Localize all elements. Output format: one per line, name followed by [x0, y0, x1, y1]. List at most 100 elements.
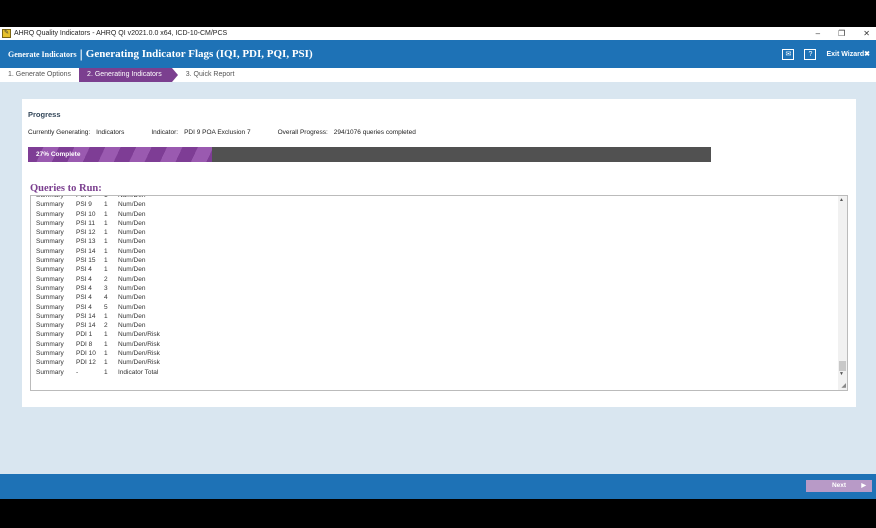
close-icon[interactable]: ✕ [863, 29, 870, 38]
row-stratum: 1 [104, 201, 108, 209]
row-stratum: 5 [104, 303, 108, 311]
exit-wizard-label: Exit Wizard [826, 51, 865, 58]
step-generate-options[interactable]: 1. Generate Options [0, 68, 79, 82]
scroll-up-icon[interactable]: ▲ [839, 197, 844, 203]
row-indicator: PSI 12 [76, 229, 96, 237]
list-item: Summary PSI 4 5 Num/Den [31, 303, 238, 312]
wizard-steps: 1. Generate Options 2. Generating Indica… [0, 68, 876, 82]
help-icon[interactable]: ? [804, 48, 817, 60]
row-type: Summary [36, 331, 64, 339]
row-output: Indicator Total [118, 368, 159, 376]
row-indicator: PSI 14 [76, 322, 96, 330]
step-generating-indicators[interactable]: 2. Generating Indicators [79, 68, 178, 82]
row-type: Summary [36, 266, 64, 274]
row-type: Summary [36, 257, 64, 265]
maximize-icon[interactable]: ❐ [838, 29, 845, 38]
row-output: Num/Den/Risk [118, 350, 160, 358]
list-item: Summary PSI 14 1 Num/Den [31, 312, 238, 321]
list-item: Summary PSI 12 1 Num/Den [31, 228, 238, 237]
row-stratum: 2 [104, 275, 108, 283]
list-item: Summary PSI 4 1 Num/Den [31, 265, 238, 274]
row-output: Num/Den [118, 247, 146, 255]
row-indicator: PSI 9 [76, 201, 92, 209]
app-logo-icon: ✎ [2, 29, 11, 38]
row-indicator: PSI 11 [76, 219, 96, 227]
resize-grip-icon[interactable]: ◢ [841, 382, 846, 389]
list-item: Summary PSI 14 1 Num/Den [31, 247, 238, 256]
queries-rows: Summary PSI 8 1 Num/Den Summary PSI 9 1 Num/Den… [31, 196, 238, 377]
row-stratum: 1 [104, 350, 108, 358]
indicator-label: Indicator: [151, 129, 179, 136]
header-separator: | [79, 47, 83, 61]
row-indicator: PSI 4 [76, 284, 92, 292]
page-title: Generating Indicator Flags (IQI, PDI, PQ… [85, 48, 313, 60]
row-output: Num/Den [118, 294, 146, 302]
row-stratum: 1 [104, 210, 108, 218]
list-item: Summary PSI 14 2 Num/Den [31, 321, 238, 330]
list-item: Summary - 1 Indicator Total [31, 368, 238, 377]
list-item: Summary PDI 10 1 Num/Den/Risk [31, 349, 238, 358]
list-item: Summary PSI 9 1 Num/Den [31, 200, 238, 209]
row-indicator: PDI 8 [76, 340, 93, 348]
row-stratum: 1 [104, 229, 108, 237]
arrow-right-icon: ▶ [861, 483, 866, 489]
row-stratum: 2 [104, 322, 108, 330]
row-stratum: 1 [104, 238, 108, 246]
row-output: Num/Den [118, 303, 146, 311]
progress-bar-label: 27% Complete [36, 151, 81, 158]
row-type: Summary [36, 210, 64, 218]
row-type: Summary [36, 284, 64, 292]
row-stratum: 1 [104, 331, 108, 339]
row-indicator: PSI 13 [76, 238, 96, 246]
row-output: Num/Den [118, 266, 146, 274]
list-item: Summary PSI 13 1 Num/Den [31, 237, 238, 246]
progress-bar: 27% Complete [28, 147, 711, 162]
row-indicator: - [76, 368, 79, 376]
row-stratum: 3 [104, 284, 108, 292]
list-item: Summary PSI 10 1 Num/Den [31, 210, 238, 219]
scrollbar[interactable]: ▲ ▼ [838, 196, 847, 390]
currently-generating-value: Indicators [96, 129, 125, 136]
row-indicator: PDI 10 [76, 350, 96, 358]
list-item: Summary PDI 8 1 Num/Den/Risk [31, 340, 238, 349]
row-stratum: 1 [104, 219, 108, 227]
list-item: Summary PSI 15 1 Num/Den [31, 256, 238, 265]
row-stratum: 1 [104, 247, 108, 255]
scrollbar-thumb[interactable] [839, 361, 846, 371]
queries-list[interactable]: Summary PSI 8 1 Num/Den Summary PSI 9 1 Num/Den… [30, 195, 848, 391]
row-indicator: PSI 4 [76, 266, 92, 274]
progress-panel: Progress Currently Generating: Indicator… [22, 99, 856, 407]
list-item: Summary PDI 1 1 Num/Den/Risk [31, 330, 238, 339]
progress-heading: Progress [28, 110, 61, 119]
row-stratum: 1 [104, 257, 108, 265]
minimize-icon[interactable]: – [816, 29, 820, 38]
list-item: Summary PSI 4 4 Num/Den [31, 293, 238, 302]
list-item: Summary PSI 4 2 Num/Den [31, 275, 238, 284]
list-item: Summary PDI 12 1 Num/Den/Risk [31, 358, 238, 367]
next-button[interactable]: Next ▶ [806, 480, 872, 492]
row-output: Num/Den [118, 210, 146, 218]
mail-icon[interactable]: ✉ [782, 48, 795, 60]
row-type: Summary [36, 229, 64, 237]
row-stratum: 1 [104, 359, 108, 367]
row-output: Num/Den [118, 219, 146, 227]
window-titlebar: ✎ AHRQ Quality Indicators - AHRQ QI v202… [0, 27, 876, 40]
row-type: Summary [36, 312, 64, 320]
exit-wizard-button[interactable]: Exit Wizard✖ [826, 50, 870, 58]
row-stratum: 1 [104, 312, 108, 320]
row-output: Num/Den [118, 229, 146, 237]
row-type: Summary [36, 350, 64, 358]
row-type: Summary [36, 201, 64, 209]
row-type: Summary [36, 275, 64, 283]
row-stratum: 1 [104, 340, 108, 348]
progress-info: Currently Generating: Indicators Indicat… [28, 129, 443, 136]
row-output: Num/Den [118, 238, 146, 246]
app-window: ✎ AHRQ Quality Indicators - AHRQ QI v202… [0, 27, 876, 499]
step-quick-report[interactable]: 3. Quick Report [178, 68, 243, 82]
scroll-down-icon[interactable]: ▼ [839, 371, 844, 377]
row-type: Summary [36, 294, 64, 302]
row-output: Num/Den [118, 257, 146, 265]
row-indicator: PSI 4 [76, 275, 92, 283]
row-type: Summary [36, 368, 64, 376]
row-output: Num/Den [118, 312, 146, 320]
